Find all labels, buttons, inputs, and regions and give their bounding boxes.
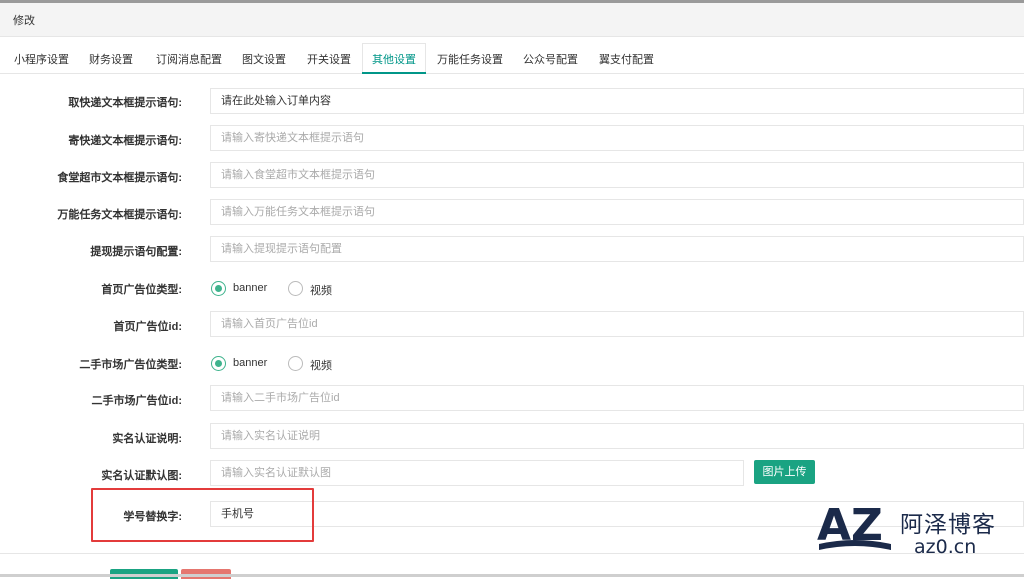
canteen-input[interactable]: 请输入食堂超市文本框提示语句 bbox=[210, 162, 1024, 188]
withdraw-input[interactable]: 请输入提现提示语句配置 bbox=[210, 236, 1024, 262]
tab-other-settings[interactable]: 其他设置 bbox=[372, 51, 416, 67]
tab-subscription-settings[interactable]: 订阅消息配置 bbox=[156, 51, 222, 67]
label-express-pick: 取快递文本框提示语句: bbox=[68, 97, 182, 109]
label-realname-image: 实名认证默认图: bbox=[101, 470, 182, 482]
label-home-ad-id: 首页广告位id: bbox=[113, 321, 182, 333]
market-ad-type-banner-radio[interactable] bbox=[211, 356, 226, 371]
tab-yipay-settings[interactable]: 翼支付配置 bbox=[599, 51, 654, 67]
label-withdraw: 提现提示语句配置: bbox=[90, 246, 182, 258]
tab-bar: 小程序设置 财务设置 订阅消息配置 图文设置 开关设置 其他设置 万能任务设置 … bbox=[0, 43, 1024, 74]
home-ad-id-input[interactable]: 请输入首页广告位id bbox=[210, 311, 1024, 337]
express-pick-input[interactable]: 请在此处输入订单内容 bbox=[210, 88, 1024, 114]
tab-official-account-settings[interactable]: 公众号配置 bbox=[523, 51, 578, 67]
express-send-input[interactable]: 请输入寄快递文本框提示语句 bbox=[210, 125, 1024, 151]
tab-active-underline bbox=[362, 72, 426, 74]
label-home-ad-type: 首页广告位类型: bbox=[101, 284, 182, 296]
label-express-send: 寄快递文本框提示语句: bbox=[68, 135, 182, 147]
realname-desc-input[interactable]: 请输入实名认证说明 bbox=[210, 423, 1024, 449]
label-canteen: 食堂超市文本框提示语句: bbox=[57, 172, 182, 184]
home-ad-type-video-radio[interactable] bbox=[288, 281, 303, 296]
watermark-name: 阿泽博客 bbox=[900, 512, 996, 538]
home-ad-type-banner-label: banner bbox=[233, 282, 268, 294]
watermark-logo-icon: AZ bbox=[817, 500, 891, 551]
dialog-title: 修改 bbox=[13, 15, 35, 27]
tab-switch-settings[interactable]: 开关设置 bbox=[307, 51, 351, 67]
watermark-url: az0.cn bbox=[914, 536, 977, 558]
label-market-ad-id: 二手市场广告位id: bbox=[91, 395, 182, 407]
tab-miniprogram-settings[interactable]: 小程序设置 bbox=[14, 51, 69, 67]
market-ad-type-video-radio[interactable] bbox=[288, 356, 303, 371]
universal-task-input[interactable]: 请输入万能任务文本框提示语句 bbox=[210, 199, 1024, 225]
tab-graphic-settings[interactable]: 图文设置 bbox=[242, 51, 286, 67]
home-ad-type-banner-radio[interactable] bbox=[211, 281, 226, 296]
label-realname-desc: 实名认证说明: bbox=[112, 433, 182, 445]
tab-finance-settings[interactable]: 财务设置 bbox=[89, 51, 133, 67]
home-ad-type-video-label: 视频 bbox=[310, 285, 332, 297]
market-ad-id-input[interactable]: 请输入二手市场广告位id bbox=[210, 385, 1024, 411]
label-universal-task: 万能任务文本框提示语句: bbox=[57, 209, 182, 221]
realname-image-input[interactable]: 请输入实名认证默认图 bbox=[210, 460, 744, 486]
highlight-annotation-box bbox=[91, 488, 314, 542]
market-ad-type-banner-label: banner bbox=[233, 357, 268, 369]
dialog-header: 修改 bbox=[0, 3, 1024, 37]
market-ad-type-video-label: 视频 bbox=[310, 360, 332, 372]
label-market-ad-type: 二手市场广告位类型: bbox=[79, 359, 182, 371]
tab-universal-task-settings[interactable]: 万能任务设置 bbox=[437, 51, 503, 67]
image-upload-button[interactable]: 图片上传 bbox=[754, 460, 815, 484]
